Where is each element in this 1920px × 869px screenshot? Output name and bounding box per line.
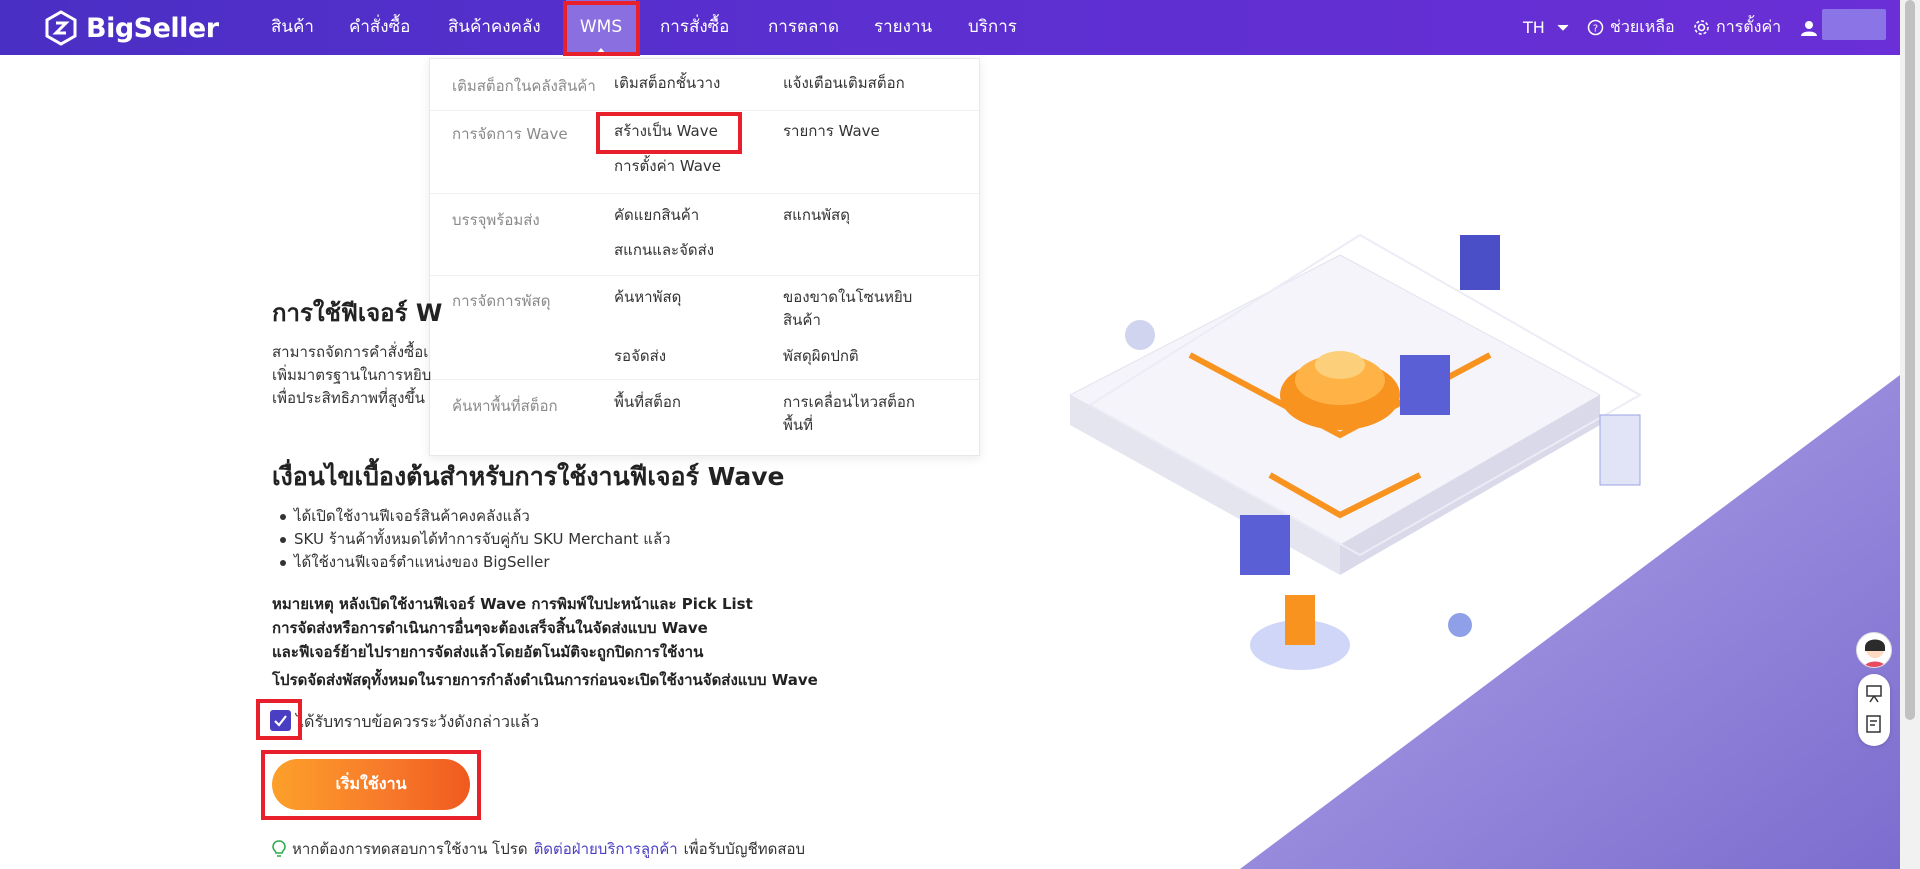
dropdown-category: ค้นหาพื้นที่สต็อก xyxy=(452,397,558,415)
settings-label: การตั้งค่า xyxy=(1716,17,1782,36)
intro-line: เพิ่มมาตรฐานในการหยิบ xyxy=(272,366,432,384)
bigseller-logo-icon xyxy=(45,10,77,46)
user-avatar[interactable] xyxy=(1822,9,1886,40)
language-label: TH xyxy=(1523,18,1545,37)
contact-support-link[interactable]: ติดต่อฝ่ายบริการลูกค้า xyxy=(534,837,678,861)
menu-item-awaiting-shipment[interactable]: รอจัดส่ง xyxy=(614,345,666,368)
page-scrollbar[interactable] xyxy=(1900,0,1920,869)
nav-item-reports[interactable]: รายงาน xyxy=(874,0,932,55)
nav-item-marketing[interactable]: การตลาด xyxy=(768,0,839,55)
lightbulb-icon xyxy=(272,840,286,857)
support-widget xyxy=(1856,632,1892,752)
note-line: การจัดส่งหรือการดำเนินการอื่นๆจะต้องเสร็… xyxy=(272,619,708,637)
help-label: ช่วยเหลือ xyxy=(1610,17,1675,36)
help-link[interactable]: ? ช่วยเหลือ xyxy=(1587,0,1675,55)
acknowledge-label[interactable]: ได้รับทราบข้อควรระวังดังกล่าวแล้ว xyxy=(296,710,539,735)
dropdown-category: การจัดการ Wave xyxy=(452,125,568,143)
tip-prefix: หากต้องการทดสอบการใช้งาน โปรด xyxy=(292,840,528,858)
app-name: BigSeller xyxy=(86,12,219,44)
note-line: หมายเหตุ หลังเปิดใช้งานฟีเจอร์ Wave การพ… xyxy=(272,595,753,613)
nav-item-orders[interactable]: คำสั่งซื้อ xyxy=(349,0,410,55)
menu-item-stock-movement[interactable]: การเคลื่อนไหวสต็อกพื้นที่ xyxy=(783,391,933,437)
nav-item-inventory[interactable]: สินค้าคงคลัง xyxy=(448,0,541,55)
highlight-checkbox xyxy=(256,699,302,740)
menu-item-scan-ship[interactable]: สแกนและจัดส่ง xyxy=(614,239,714,262)
user-icon xyxy=(1801,20,1817,36)
tip-suffix: เพื่อรับบัญชีทดสอบ xyxy=(683,840,806,858)
nav-item-products[interactable]: สินค้า xyxy=(271,0,314,55)
wave-illustration xyxy=(1068,233,1900,869)
menu-item-scan-parcel[interactable]: สแกนพัสดุ xyxy=(783,204,850,227)
chevron-down-icon xyxy=(1557,24,1569,31)
menu-item-wave-settings[interactable]: การตั้งค่า Wave xyxy=(614,155,721,178)
condition-item: SKU ร้านค้าทั้งหมดได้ทำการจับคู่กับ SKU … xyxy=(280,528,671,551)
support-tools xyxy=(1866,685,1882,733)
highlight-create-wave xyxy=(596,112,742,154)
settings-link[interactable]: การตั้งค่า xyxy=(1693,0,1781,55)
support-panel xyxy=(1858,674,1890,746)
condition-item: ได้เปิดใช้งานฟีเจอร์สินค้าคงคลังแล้ว xyxy=(280,505,671,528)
note-line: และฟีเจอร์ย้ายไปรายการจัดส่งแล้วโดยอัตโน… xyxy=(272,643,704,661)
edit-note-icon[interactable] xyxy=(1866,715,1881,733)
menu-item-search-parcel[interactable]: ค้นหาพัสดุ xyxy=(614,286,681,309)
menu-item-replenish-alert[interactable]: แจ้งเตือนเติมสต็อก xyxy=(783,72,905,95)
intro-line: สามารถจัดการคำสั่งซื้อเ xyxy=(272,343,429,361)
dropdown-category: บรรจุพร้อมส่ง xyxy=(452,211,540,229)
intro-line: เพื่อประสิทธิภาพที่สูงขึ้น xyxy=(272,389,425,407)
dropdown-row: บรรจุพร้อมส่ง คัดแยกสินค้า สแกนพัสดุ สแก… xyxy=(430,194,979,276)
user-menu[interactable] xyxy=(1800,0,1818,55)
bigseller-logo[interactable]: BigSeller xyxy=(44,9,219,47)
top-navbar: BigSeller สินค้า คำสั่งซื้อ สินค้าคงคลัง… xyxy=(0,0,1900,55)
language-selector[interactable]: TH xyxy=(1523,0,1569,55)
menu-item-wave-list[interactable]: รายการ Wave xyxy=(783,120,880,143)
highlight-start-button xyxy=(261,750,481,820)
support-agent-icon xyxy=(1863,639,1887,667)
question-circle-icon: ? xyxy=(1587,19,1604,36)
svg-text:?: ? xyxy=(1593,24,1598,35)
dropdown-row: เติมสต็อกในคลังสินค้า เติมสต็อกชั้นวาง แ… xyxy=(430,59,979,111)
board-icon[interactable] xyxy=(1866,685,1882,703)
dropdown-category: เติมสต็อกในคลังสินค้า xyxy=(452,77,596,95)
menu-item-abnormal-parcel[interactable]: พัสดุผิดปกติ xyxy=(783,345,859,368)
menu-item-stock-area[interactable]: พื้นที่สต็อก xyxy=(614,391,681,414)
dropdown-row: ค้นหาพื้นที่สต็อก พื้นที่สต็อก การเคลื่อ… xyxy=(430,380,979,456)
scrollbar-thumb[interactable] xyxy=(1905,0,1915,720)
test-account-tip: หากต้องการทดสอบการใช้งาน โปรด ติดต่อฝ่าย… xyxy=(272,837,805,861)
conditions-title: เงื่อนไขเบื้องต้นสำหรับการใช้งานฟีเจอร์ … xyxy=(272,462,785,491)
dropdown-category: การจัดการพัสดุ xyxy=(452,292,551,310)
dropdown-row: การจัดการพัสดุ ค้นหาพัสดุ ของขาดในโซนหยิ… xyxy=(430,276,979,380)
note-final: โปรดจัดส่งพัสดุทั้งหมดในรายการกำลังดำเนิ… xyxy=(272,671,818,689)
menu-item-pick-zone-shortage[interactable]: ของขาดในโซนหยิบสินค้า xyxy=(783,286,933,332)
condition-item: ได้ใช้งานฟีเจอร์ตำแหน่งของ BigSeller xyxy=(280,551,671,574)
conditions-list: ได้เปิดใช้งานฟีเจอร์สินค้าคงคลังแล้ว SKU… xyxy=(280,505,671,574)
nav-item-services[interactable]: บริการ xyxy=(968,0,1017,55)
support-avatar[interactable] xyxy=(1856,632,1892,668)
highlight-wms xyxy=(563,1,640,56)
menu-item-shelf-replenish[interactable]: เติมสต็อกชั้นวาง xyxy=(614,72,720,95)
intro-text: สามารถจัดการคำสั่งซื้อเ เพิ่มมาตรฐานในกา… xyxy=(272,341,431,410)
gear-icon xyxy=(1694,20,1709,35)
menu-item-sort-products[interactable]: คัดแยกสินค้า xyxy=(614,204,699,227)
nav-item-purchase[interactable]: การสั่งซื้อ xyxy=(660,0,729,55)
page-title: การใช้ฟีเจอร์ W xyxy=(272,299,443,327)
warning-note: หมายเหตุ หลังเปิดใช้งานฟีเจอร์ Wave การพ… xyxy=(272,592,753,664)
